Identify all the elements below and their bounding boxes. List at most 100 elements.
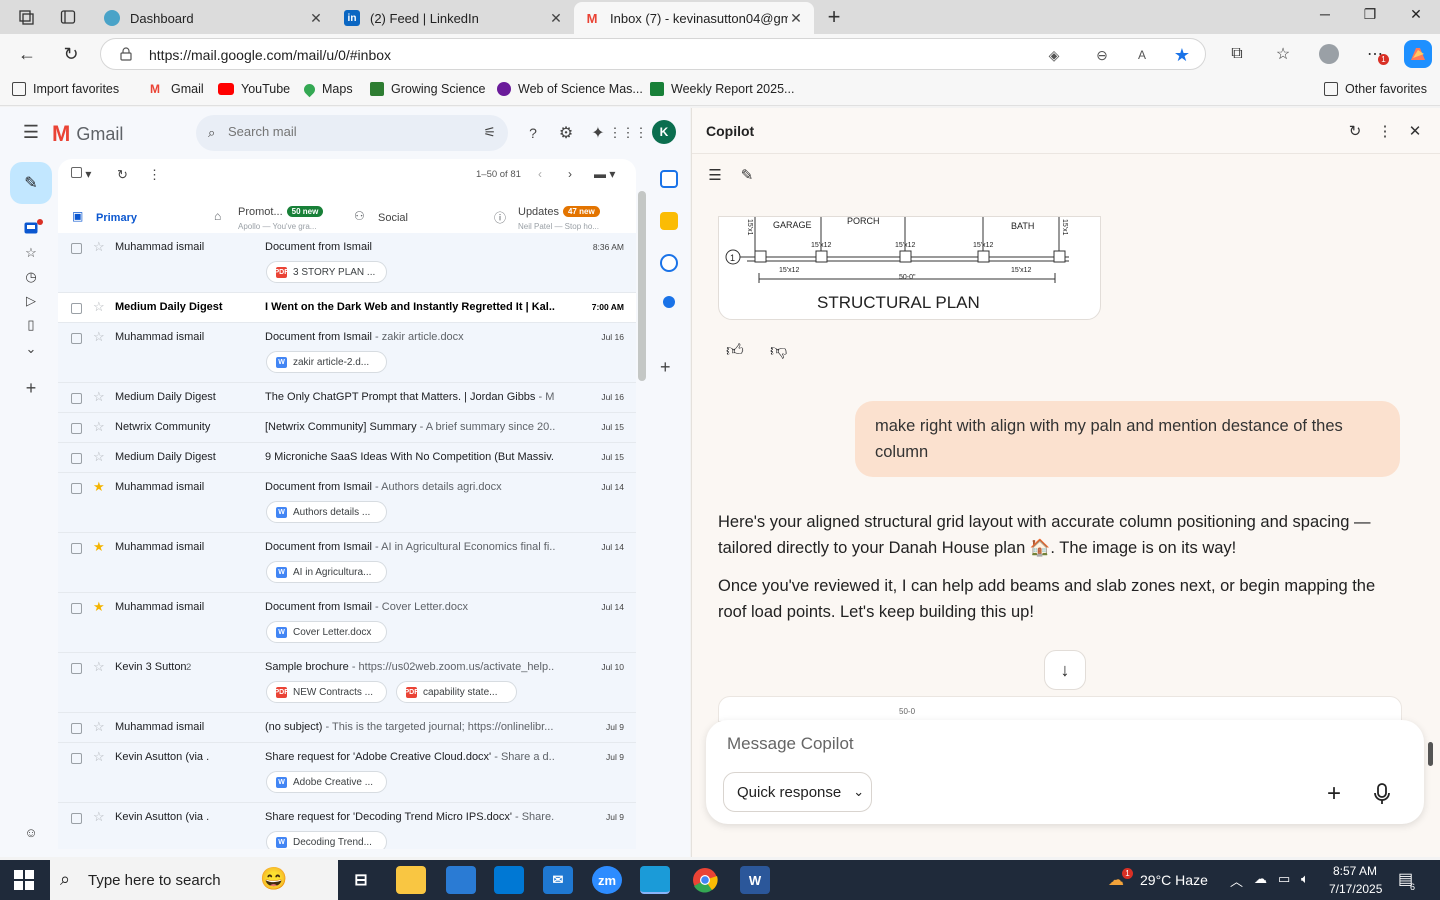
- microphone-icon[interactable]: [1370, 782, 1394, 806]
- tab-actions-icon[interactable]: [58, 7, 78, 27]
- workspaces-icon[interactable]: [16, 7, 36, 27]
- structural-plan-image[interactable]: GARAGE PORCH BATH 15'x12 15'x12 15'x12 1…: [718, 216, 1101, 320]
- pinned-app-icon[interactable]: [446, 866, 476, 894]
- drafts-icon[interactable]: ▯: [20, 314, 42, 336]
- star-icon[interactable]: ★: [93, 539, 105, 555]
- get-addons-icon[interactable]: +: [660, 357, 671, 378]
- task-view-icon[interactable]: ⊟: [346, 866, 376, 894]
- weather-text[interactable]: 29°C Haze: [1140, 872, 1208, 888]
- refresh-icon[interactable]: ↻: [58, 42, 84, 66]
- table-row[interactable]: ☆ Netwrix Community [Netwrix Community] Su…: [58, 413, 636, 443]
- attachment-chip[interactable]: PDF 3 STORY PLAN ...: [266, 261, 387, 283]
- close-tab-icon[interactable]: ✕: [308, 10, 324, 27]
- row-checkbox[interactable]: [71, 483, 82, 494]
- new-chat-icon[interactable]: ✎: [737, 165, 757, 185]
- response-mode-dropdown[interactable]: Quick response ⌄: [723, 772, 872, 812]
- search-options-icon[interactable]: ⚟: [483, 124, 496, 141]
- network-icon[interactable]: ▭: [1278, 871, 1290, 887]
- site-info-icon[interactable]: [119, 47, 133, 61]
- table-row[interactable]: ☆ Kevin Asutton (via . Share request for '…: [58, 803, 636, 849]
- row-checkbox[interactable]: [71, 453, 82, 464]
- favorite-star-icon[interactable]: ★: [1173, 45, 1191, 65]
- table-row[interactable]: ☆ Medium Daily Digest 9 Microniche SaaS Id…: [58, 443, 636, 473]
- row-checkbox[interactable]: [71, 543, 82, 554]
- calendar-icon[interactable]: [660, 170, 678, 188]
- table-row[interactable]: ☆ Muhammad ismail Document from Ismail 8:36…: [58, 233, 636, 293]
- attachment-chip[interactable]: W Authors details ...: [266, 501, 387, 523]
- star-icon[interactable]: ☆: [93, 719, 105, 735]
- close-tab-icon[interactable]: ✕: [788, 10, 804, 27]
- extensions-icon[interactable]: ⧉: [1224, 42, 1250, 66]
- favorite-weekly-report[interactable]: Weekly Report 2025...: [650, 82, 794, 96]
- star-icon[interactable]: ☆: [93, 809, 105, 825]
- file-explorer-icon[interactable]: [396, 866, 426, 894]
- table-row[interactable]: ☆ Kevin 3 Sutton 2 Sample brochure - https:…: [58, 653, 636, 713]
- sent-icon[interactable]: ▷: [20, 290, 42, 312]
- input-tools-icon[interactable]: ▬ ▾: [594, 167, 615, 181]
- favorite-maps[interactable]: Maps: [301, 81, 353, 97]
- copilot-scrollbar[interactable]: [1428, 742, 1433, 766]
- support-icon[interactable]: ☺: [20, 821, 42, 843]
- close-copilot-icon[interactable]: ✕: [1405, 121, 1425, 141]
- url-text[interactable]: https://mail.google.com/mail/u/0/#inbox: [149, 47, 391, 63]
- row-checkbox[interactable]: [71, 753, 82, 764]
- row-checkbox[interactable]: [71, 243, 82, 254]
- attachment-chip[interactable]: Wzakir article-2.d...: [266, 351, 387, 373]
- row-checkbox[interactable]: [71, 813, 82, 824]
- snoozed-icon[interactable]: ◷: [20, 266, 42, 288]
- star-icon[interactable]: ☆: [93, 749, 105, 765]
- table-row[interactable]: ☆ Medium Daily Digest The Only ChatGPT Pro…: [58, 383, 636, 413]
- star-icon[interactable]: ★: [93, 479, 105, 495]
- favorite-growing-science[interactable]: Growing Science: [370, 82, 486, 96]
- favorite-web-of-science[interactable]: Web of Science Mas...: [497, 82, 643, 96]
- row-checkbox[interactable]: [71, 723, 82, 734]
- read-aloud-icon[interactable]: A: [1133, 46, 1151, 64]
- windows-start-icon[interactable]: [14, 870, 34, 890]
- table-row[interactable]: ★ Muhammad ismail Document from Ismail - A…: [58, 533, 636, 593]
- star-icon[interactable]: ☆: [93, 449, 105, 465]
- apps-grid-icon[interactable]: ⋮⋮⋮: [609, 121, 648, 145]
- restore-icon[interactable]: ❐: [1355, 6, 1385, 28]
- more-options-icon[interactable]: ⋮: [1375, 121, 1395, 141]
- search-bar[interactable]: ⌕ ⚟: [196, 115, 508, 151]
- row-checkbox[interactable]: [71, 303, 82, 314]
- generated-image-preview[interactable]: 50-0: [718, 696, 1402, 722]
- tab-dashboard[interactable]: Dashboard ✕: [94, 2, 334, 34]
- starred-icon[interactable]: ☆: [20, 242, 42, 264]
- edge-browser-icon[interactable]: [640, 866, 670, 894]
- address-bar[interactable]: https://mail.google.com/mail/u/0/#inbox …: [100, 38, 1206, 70]
- settings-icon[interactable]: ⚙: [554, 121, 578, 145]
- table-row[interactable]: ☆ Muhammad ismail (no subject) - This is t…: [58, 713, 636, 743]
- favorite-gmail[interactable]: M Gmail: [150, 82, 204, 96]
- other-favorites[interactable]: Other favorites: [1324, 82, 1427, 96]
- search-icon[interactable]: ⌕: [208, 125, 215, 141]
- chat-history-icon[interactable]: ☰: [705, 165, 725, 185]
- attachment-chip[interactable]: PDF capability state...: [396, 681, 517, 703]
- keep-icon[interactable]: [660, 212, 678, 230]
- taskbar-search[interactable]: ⌕ Type here to search 😄: [50, 860, 338, 900]
- star-icon[interactable]: ☆: [93, 329, 105, 345]
- help-icon[interactable]: ?: [521, 121, 545, 145]
- clock-date[interactable]: 7/17/2025: [1329, 882, 1382, 896]
- zoom-out-icon[interactable]: ⊖: [1093, 46, 1111, 64]
- table-row[interactable]: ☆ Kevin Asutton (via . Share request for '…: [58, 743, 636, 803]
- older-page-icon[interactable]: ›: [568, 167, 572, 181]
- mail-scrollbar[interactable]: [638, 191, 646, 381]
- clock-time[interactable]: 8:57 AM: [1333, 864, 1377, 878]
- tracking-prevention-icon[interactable]: ◈: [1045, 46, 1063, 64]
- favorite-youtube[interactable]: YouTube: [218, 82, 290, 96]
- star-icon[interactable]: ☆: [93, 299, 105, 315]
- volume-icon[interactable]: 🔈︎: [1301, 871, 1309, 887]
- main-menu-icon[interactable]: ☰: [20, 121, 42, 143]
- create-label-icon[interactable]: +: [20, 377, 42, 399]
- star-icon[interactable]: ☆: [93, 659, 105, 675]
- refresh-mail-icon[interactable]: ↻: [117, 167, 128, 183]
- mail-app-icon[interactable]: ✉: [543, 866, 573, 894]
- search-input[interactable]: [228, 124, 458, 139]
- attachment-chip[interactable]: W Adobe Creative ...: [266, 771, 387, 793]
- tab-linkedin[interactable]: in (2) Feed | LinkedIn ✕: [334, 2, 574, 34]
- gemini-icon[interactable]: ✦: [586, 121, 610, 145]
- row-checkbox[interactable]: [71, 333, 82, 344]
- table-row[interactable]: ★ Muhammad ismail Document from Ismail - A…: [58, 473, 636, 533]
- word-app-icon[interactable]: W: [740, 866, 770, 894]
